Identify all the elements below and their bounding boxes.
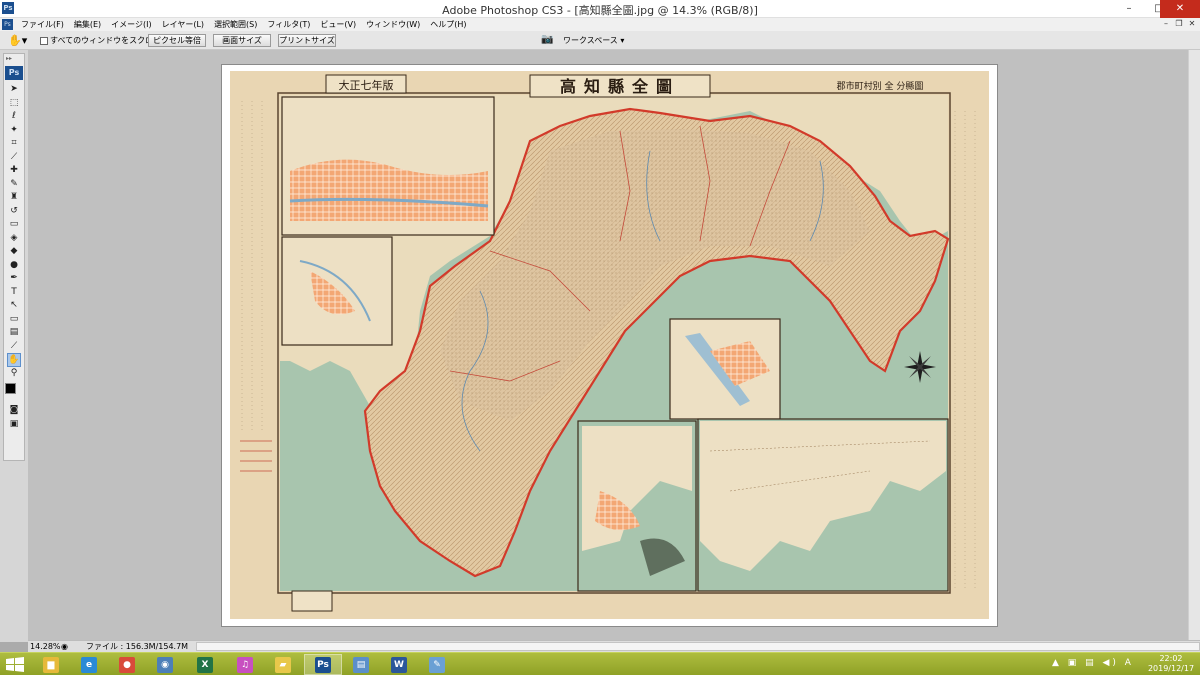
taskbar-app-button[interactable]: ♫ — [226, 654, 264, 675]
slice-icon[interactable]: ⟋ — [7, 151, 21, 165]
window-title: Adobe Photoshop CS3 - [高知縣全圖.jpg @ 14.3%… — [442, 4, 758, 17]
shape-icon[interactable]: ▭ — [7, 313, 21, 327]
crop-icon[interactable]: ⌗ — [7, 137, 21, 151]
quick-mask-icon[interactable]: ◙ — [7, 404, 21, 418]
menu-item[interactable]: ウィンドウ(W) — [361, 18, 425, 31]
checkbox-box[interactable] — [40, 36, 48, 45]
menu-item[interactable]: フィルタ(T) — [262, 18, 315, 31]
menu-bar: Ps ファイル(F) 編集(E) イメージ(I) レイヤー(L) 選択範囲(S) フィルタ… — [0, 18, 1200, 31]
vertical-scrollbar[interactable] — [1188, 50, 1200, 640]
fit-screen-button[interactable]: 画面サイズ — [213, 34, 271, 47]
status-icon[interactable]: ◉ — [61, 641, 68, 652]
eyedropper-icon[interactable]: ⟋ — [7, 340, 21, 354]
map-legend — [291, 590, 333, 612]
taskbar-app-button[interactable]: ✎ — [418, 654, 456, 675]
itunes-icon: ♫ — [237, 656, 253, 673]
clock-date: 2019/12/17 — [1147, 664, 1195, 673]
paint-icon: ✎ — [429, 656, 445, 673]
healing-brush-icon[interactable]: ✚ — [7, 164, 21, 178]
menu-item[interactable]: ヘルプ(H) — [425, 18, 471, 31]
taskbar-app-button[interactable]: ◉ — [146, 654, 184, 675]
taskbar-app-button[interactable]: Ps — [304, 654, 342, 675]
options-bar: ✋▾ すべてのウィンドウをスクロール ピクセル等倍 画面サイズ プリントサイズ … — [0, 31, 1200, 50]
photoshop-logo: Ps — [5, 66, 23, 80]
dodge-icon[interactable]: ● — [7, 259, 21, 273]
workspace-menu[interactable]: ワークスペース ▾ — [563, 34, 624, 47]
chrome-icon: ● — [119, 656, 135, 673]
hand-icon[interactable]: ✋ — [7, 353, 21, 367]
year-label: 大正七年版 — [339, 78, 394, 92]
doc-close-button[interactable]: ✕ — [1186, 19, 1198, 29]
word-icon: W — [391, 656, 407, 673]
eraser-icon[interactable]: ▭ — [7, 218, 21, 232]
bucket-icon[interactable]: ◈ — [7, 232, 21, 246]
close-button[interactable]: ✕ — [1160, 0, 1200, 18]
actual-pixels-button[interactable]: ピクセル等倍 — [148, 34, 206, 47]
screen-mode-icon[interactable]: ▣ — [7, 418, 21, 432]
brush-icon[interactable]: ✎ — [7, 178, 21, 192]
kochi-prefecture-map: 高知縣全圖 大正七年版 郡市町村別 全 分縣圖 — [230, 71, 989, 619]
doc-minimize-button[interactable]: – — [1160, 19, 1172, 29]
stamp-icon[interactable]: ♜ — [7, 191, 21, 205]
menu-item[interactable]: レイヤー(L) — [157, 18, 209, 31]
menu-item[interactable]: ビュー(V) — [315, 18, 361, 31]
type-icon[interactable]: T — [7, 286, 21, 300]
path-select-icon[interactable]: ↖ — [7, 299, 21, 313]
excel-icon: X — [197, 656, 213, 673]
internet-explorer-icon: e — [81, 656, 97, 673]
taskbar-app-button[interactable]: X — [186, 654, 224, 675]
taskbar-app-button[interactable]: ▤ — [342, 654, 380, 675]
taskbar-app-button[interactable]: ● — [108, 654, 146, 675]
color-swatches[interactable] — [5, 383, 23, 401]
file-explorer-icon: ▆ — [43, 656, 59, 673]
hand-icon[interactable]: ✋▾ — [8, 34, 27, 47]
minimize-button[interactable]: – — [1114, 0, 1144, 18]
taskbar-app-button[interactable]: W — [380, 654, 418, 675]
map-subtitle: 郡市町村別 全 分縣圖 — [837, 80, 924, 92]
taskbar-app-button[interactable]: ▰ — [264, 654, 302, 675]
document-icon[interactable]: Ps — [2, 19, 13, 30]
print-size-button[interactable]: プリントサイズ — [278, 34, 336, 47]
taskbar-app-button[interactable]: e — [70, 654, 108, 675]
notes-icon[interactable]: ▤ — [7, 326, 21, 340]
taskbar-app-button[interactable]: ▆ — [32, 654, 70, 675]
tools-panel: ▸▸ Ps ➤ ⬚ ℓ ✦ ⌗ ⟋ ✚ ✎ ♜ ↺ ▭ ◈ ◆ ● ✒ T ↖ ▭ ▤ ⟋ ✋ ⚲ ◙ ▣ — [3, 53, 25, 461]
menu-item[interactable]: 編集(E) — [69, 18, 106, 31]
windows-start-icon[interactable] — [4, 656, 26, 673]
doc-restore-button[interactable]: ❐ — [1173, 19, 1185, 29]
menu-item[interactable]: ファイル(F) — [16, 18, 69, 31]
map-title: 高知縣全圖 — [560, 77, 680, 96]
status-bar: 14.28% ◉ ファイル : 156.3M/154.7M — [28, 640, 1200, 652]
taskbar: ▆ e ● ◉ X ♫ ▰ Ps ▤ W ✎ ▲ ▣ ▤ ◀) A 22:02 2019/12/17 — [0, 652, 1200, 675]
network-icon: ◉ — [157, 656, 173, 673]
horizontal-scrollbar[interactable] — [196, 642, 1200, 651]
menu-item[interactable]: イメージ(I) — [106, 18, 156, 31]
bridge-icon[interactable]: 📷 — [541, 34, 553, 45]
blur-icon[interactable]: ◆ — [7, 245, 21, 259]
folder-icon: ▰ — [275, 656, 291, 673]
tool-list: ➤ ⬚ ℓ ✦ ⌗ ⟋ ✚ ✎ ♜ ↺ ▭ ◈ ◆ ● ✒ T ↖ ▭ ▤ ⟋ ✋ ⚲ — [4, 83, 24, 380]
foreground-color-swatch[interactable] — [5, 383, 16, 394]
system-tray[interactable]: ▲ ▣ ▤ ◀) A — [1052, 658, 1134, 668]
zoom-level[interactable]: 14.28% — [30, 641, 61, 652]
file-info[interactable]: ファイル : 156.3M/154.7M — [86, 641, 188, 652]
marquee-icon[interactable]: ⬚ — [7, 97, 21, 111]
menu-list: ファイル(F) 編集(E) イメージ(I) レイヤー(L) 選択範囲(S) フィルタ(T)… — [16, 18, 472, 31]
zoom-icon[interactable]: ⚲ — [7, 367, 21, 381]
history-brush-icon[interactable]: ↺ — [7, 205, 21, 219]
pen-icon[interactable]: ✒ — [7, 272, 21, 286]
panel-grip-icon[interactable]: ▸▸ — [4, 54, 24, 64]
title-bar: Ps Adobe Photoshop CS3 - [高知縣全圖.jpg @ 14… — [0, 0, 1200, 18]
clock[interactable]: 22:02 2019/12/17 — [1145, 654, 1197, 674]
lasso-icon[interactable]: ℓ — [7, 110, 21, 124]
clock-time: 22:02 — [1159, 654, 1183, 663]
menu-item[interactable]: 選択範囲(S) — [209, 18, 262, 31]
move-icon[interactable]: ➤ — [7, 83, 21, 97]
document-icon: ▤ — [353, 656, 369, 673]
magic-wand-icon[interactable]: ✦ — [7, 124, 21, 138]
photoshop-icon: Ps — [315, 656, 331, 673]
